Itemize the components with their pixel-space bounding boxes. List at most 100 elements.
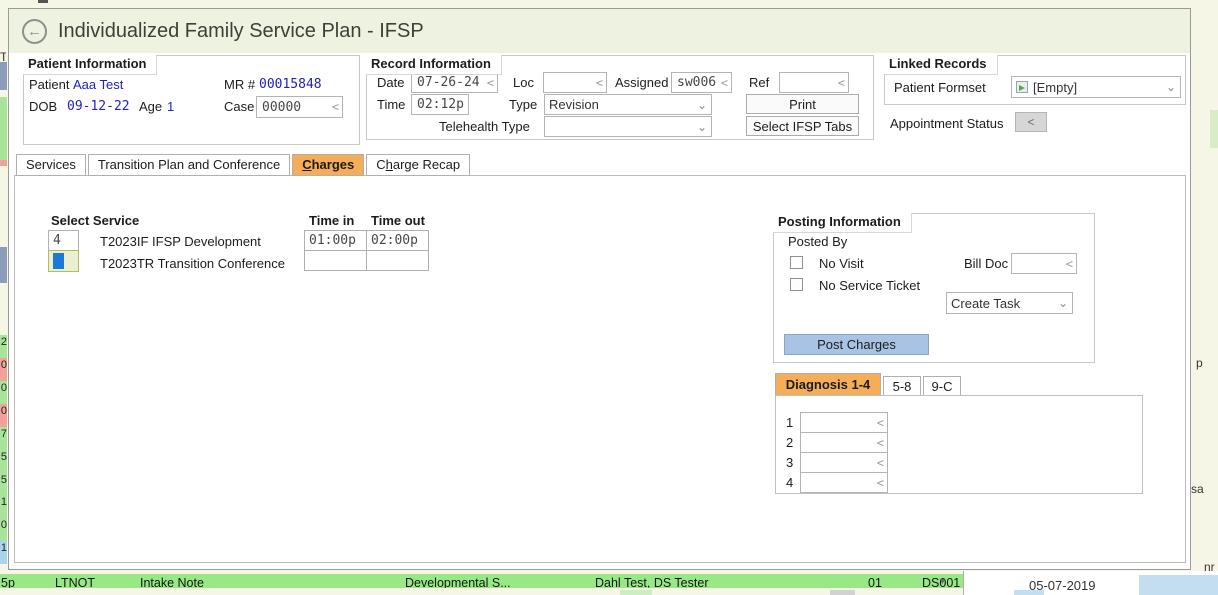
tab-label: Transition Plan and Conference [98,157,280,172]
grid-cell-provider: Dahl Test, DS Tester [595,576,708,588]
diagnosis-field-2[interactable]: < [800,432,888,453]
diagnosis-field-3[interactable]: < [800,452,888,473]
background-block [1014,590,1044,595]
tab-label: arge Recap [393,157,460,172]
type-label: Type [509,97,537,112]
lookup-chevron-icon[interactable]: < [838,76,845,90]
case-value: 00000 [262,100,301,115]
tab-charge-recap[interactable]: Charge Recap [366,154,470,176]
tab-label-accel: h [386,157,393,172]
diagnosis-field-4[interactable]: < [800,472,888,493]
record-information-panel: Record Information Date 07-26-24 < Loc <… [366,55,874,140]
time-in-cell[interactable] [304,250,367,271]
background-block [620,590,652,595]
patient-formset-value: [Empty] [1033,80,1077,95]
time-out-cell[interactable] [366,250,429,271]
background-block [830,590,855,595]
select-ifsp-tabs-button[interactable]: Select IFSP Tabs [746,116,859,136]
age-value: 1 [167,99,174,114]
post-charges-button[interactable]: Post Charges [784,334,929,355]
time-out-header: Time out [371,213,425,228]
time-in-cell[interactable]: 01:00p [304,230,367,251]
selection-cursor-block [53,253,64,269]
diagnosis-field-1[interactable]: < [800,412,888,433]
background-appointment-block [0,160,7,166]
lookup-chevron-icon[interactable]: < [487,76,494,90]
tab-diagnosis-5-8[interactable]: 5-8 [883,376,921,396]
assigned-field[interactable]: sw006 < [671,72,732,93]
type-select[interactable]: Revision ⌄ [544,94,712,115]
diagnosis-row-label: 3 [786,455,793,470]
service-qty-cell[interactable]: 4 [48,230,79,251]
time-in-header: Time in [309,213,354,228]
screen: T 2 0 0 0 7 5 5 1 0 1 p sa nr 5p LTNOT I… [0,0,1218,595]
time-label: Time [377,97,405,112]
service-qty-value: 4 [53,233,61,248]
clipped-text-fragment: p [1196,356,1216,371]
date-field[interactable]: 07-26-24 < [411,72,498,93]
formset-icon [1016,81,1028,93]
assigned-label: Assigned [615,75,668,90]
time-out-cell[interactable]: 02:00p [366,230,429,251]
panel-title: Patient Information [23,55,157,75]
patient-information-panel: Patient Information Patient Aaa Test MR … [23,55,360,145]
appointment-status-button[interactable]: < [1015,112,1047,132]
lookup-chevron-icon[interactable]: < [877,436,884,450]
grid-cell-time: 5p [1,576,15,588]
tab-charges[interactable]: Charges [292,154,364,176]
telehealth-type-select[interactable]: ⌄ [544,116,712,137]
patient-label: Patient [29,77,69,92]
patient-name-value: Aaa Test [73,77,123,92]
lookup-chevron-icon[interactable]: < [332,100,339,114]
lookup-chevron-icon[interactable]: < [877,476,884,490]
loc-label: Loc [513,75,534,90]
lookup-chevron-icon[interactable]: < [877,416,884,430]
ref-field[interactable]: < [779,72,849,93]
loc-field[interactable]: < [543,72,607,93]
service-label: T2023IF IFSP Development [100,234,261,249]
tab-services[interactable]: Services [16,154,86,176]
diagnosis-row-label: 4 [786,475,793,490]
linked-records-panel: Linked Records Patient Formset [Empty] ⌄ [884,55,1186,105]
background-grid-row: 5p LTNOT Intake Note Developmental S... … [0,574,963,588]
no-visit-label: No Visit [819,256,864,271]
patient-formset-select[interactable]: [Empty] ⌄ [1011,76,1181,98]
tab-diagnosis-9-c[interactable]: 9-C [923,376,961,396]
dropdown-chevron-icon: ⌄ [1166,80,1176,94]
page-title: Individualized Family Service Plan - IFS… [58,20,424,43]
clipped-text-fragment: sa [1191,482,1217,497]
row-dropdown-icon[interactable]: ▼ [938,576,947,586]
service-qty-cell-selected[interactable] [48,250,79,272]
back-arrow-icon: ← [27,23,42,40]
time-in-value: 01:00p [309,233,356,248]
bill-doc-field[interactable]: < [1011,253,1077,274]
lookup-chevron-icon[interactable]: < [877,456,884,470]
lookup-chevron-icon[interactable]: < [596,76,603,90]
tab-label: C [376,157,385,172]
print-button[interactable]: Print [746,94,859,114]
time-field[interactable]: 02:12p [411,94,469,115]
background-time-cell: 2 [0,335,7,358]
lookup-chevron-icon[interactable]: < [721,76,728,90]
tab-diagnosis-1-4[interactable]: Diagnosis 1-4 [775,373,881,396]
tab-label: harges [312,157,355,172]
background-block [1139,575,1218,595]
telehealth-type-label: Telehealth Type [439,119,530,134]
panel-title: Record Information [366,55,502,75]
create-task-select[interactable]: Create Task ⌄ [946,292,1073,314]
panel-title: Posting Information [773,213,912,233]
case-field[interactable]: 00000 < [256,96,343,118]
no-service-ticket-checkbox[interactable] [790,278,803,291]
back-button[interactable]: ← [22,19,47,44]
assigned-value: sw006 [677,75,716,90]
grid-cell-code: LTNOT [55,576,95,588]
tab-transition-plan-and-conference[interactable]: Transition Plan and Conference [88,154,290,176]
background-time-cell: 1 [0,541,7,564]
background-appointment-block [0,97,7,160]
lookup-chevron-icon[interactable]: < [1066,257,1073,271]
grid-cell-num: 01 [868,576,882,588]
no-visit-checkbox[interactable] [790,256,803,269]
time-value: 02:12p [417,97,464,112]
grid-cell-desc: Developmental S... [405,576,511,588]
background-appointment-block [0,62,7,90]
